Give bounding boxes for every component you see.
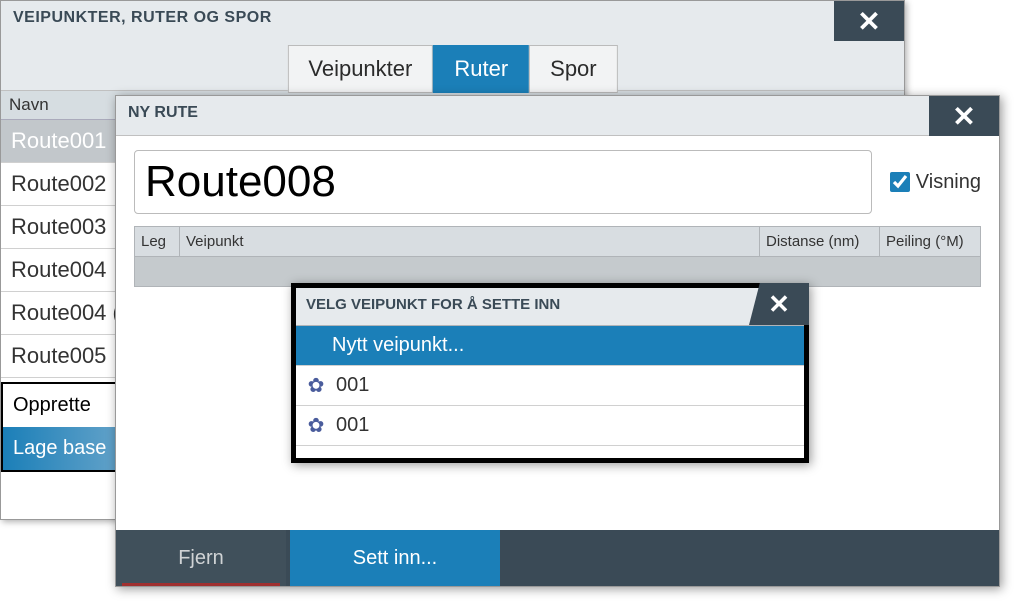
waypoint-popup-close-button[interactable]: ✕ <box>749 283 809 325</box>
routes-close-button[interactable]: ✕ <box>834 1 904 41</box>
new-route-close-button[interactable]: ✕ <box>929 96 999 136</box>
waypoint-option[interactable]: ✿ 001 <box>296 406 804 446</box>
waypoint-option-label: 001 <box>336 414 369 437</box>
waypoint-popup-list: Nytt veipunkt... ✿ 001 ✿ 001 <box>296 326 804 446</box>
waypoint-popup-title: VELG VEIPUNKT FOR Å SETTE INN <box>306 296 794 313</box>
visning-label: Visning <box>916 171 981 194</box>
leg-table-header: Leg Veipunkt Distanse (nm) Peiling (°M) <box>134 226 981 257</box>
select-waypoint-popup: VELG VEIPUNKT FOR Å SETTE INN ✕ Nytt vei… <box>291 283 809 463</box>
close-icon: ✕ <box>857 5 880 38</box>
tab-routes[interactable]: Ruter <box>433 45 529 93</box>
new-waypoint-label: Nytt veipunkt... <box>332 334 464 357</box>
new-route-title: NY RUTE <box>128 104 987 122</box>
close-icon: ✕ <box>952 100 975 133</box>
tab-waypoints[interactable]: Veipunkter <box>287 45 433 93</box>
waypoint-icon: ✿ <box>306 416 326 436</box>
waypoint-icon: ✿ <box>306 376 326 396</box>
main-tabs: Veipunkter Ruter Spor <box>287 45 617 93</box>
col-leg: Leg <box>135 227 180 256</box>
new-route-body: Route008 Visning Leg Veipunkt Distanse (… <box>116 136 999 287</box>
route-name-input[interactable]: Route008 <box>134 150 872 214</box>
routes-title: VEIPUNKTER, RUTER OG SPOR <box>13 9 892 27</box>
new-waypoint-option[interactable]: Nytt veipunkt... <box>296 326 804 366</box>
tab-tracks[interactable]: Spor <box>529 45 617 93</box>
waypoint-popup-header: VELG VEIPUNKT FOR Å SETTE INN ✕ <box>296 288 804 326</box>
routes-header: VEIPUNKTER, RUTER OG SPOR ✕ Veipunkter R… <box>1 1 904 91</box>
remove-button[interactable]: Fjern <box>116 530 286 586</box>
waypoint-option-label: 001 <box>336 374 369 397</box>
visning-checkbox[interactable]: Visning <box>890 171 981 194</box>
col-distance: Distanse (nm) <box>760 227 880 256</box>
route-name-row: Route008 Visning <box>134 150 981 214</box>
col-bearing: Peiling (°M) <box>880 227 980 256</box>
new-route-header: NY RUTE ✕ <box>116 96 999 136</box>
col-waypoint: Veipunkt <box>180 227 760 256</box>
visning-checkbox-input[interactable] <box>890 172 910 192</box>
waypoint-option[interactable]: ✿ 001 <box>296 366 804 406</box>
new-route-bottombar: Fjern Sett inn... <box>116 530 999 586</box>
insert-button[interactable]: Sett inn... <box>290 530 500 586</box>
close-icon: ✕ <box>768 289 790 320</box>
